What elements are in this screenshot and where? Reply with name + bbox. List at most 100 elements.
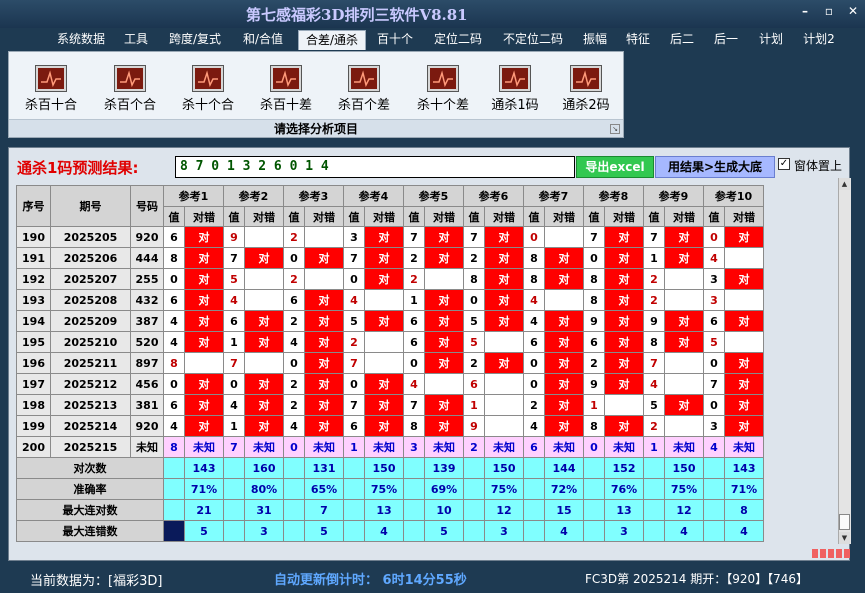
ref-header[interactable]: 参考4	[343, 185, 404, 207]
close-button[interactable]: ✕	[842, 4, 864, 18]
chart-icon	[428, 66, 458, 91]
ref-header[interactable]: 参考1	[163, 185, 224, 207]
stats-value: 131	[304, 457, 344, 479]
scroll-up-icon[interactable]: ▲	[839, 178, 850, 190]
stats-value: 3	[244, 520, 284, 542]
value-cell: 3	[403, 436, 425, 458]
stats-spacer	[283, 478, 305, 500]
stats-label: 对次数	[16, 457, 164, 479]
prediction-row[interactable]: 200 2025215 未知 8 未知 7 未知 0 未知 1 未知 3 未知 2 未知 6 未知 0 未知 1 未知 4…	[16, 436, 764, 458]
table-row[interactable]: 195 2025210 520 4 对 1 对 4 对 2 6 对 5 6 对 6 对 8 对 5	[16, 331, 764, 353]
result-cell: 对	[244, 415, 284, 437]
table-row[interactable]: 197 2025212 456 0 对 0 对 2 对 0 对 4 6 0 对 9 对 4 7 对	[16, 373, 764, 395]
tool-label: 杀百十差	[259, 98, 312, 113]
menu-sum-diff[interactable]: 合差/通杀	[298, 30, 366, 50]
value-cell: 8	[403, 415, 425, 437]
menu-sum[interactable]: 和/合值	[236, 30, 290, 50]
result-cell: 未知	[364, 436, 404, 458]
maximize-button[interactable]: ▫	[818, 4, 840, 18]
tool-kill-bs-sum[interactable]: 杀百十合	[19, 66, 83, 113]
table-row[interactable]: 193 2025208 432 6 对 4 6 对 4 1 对 0 对 4 8 对 2 3	[16, 289, 764, 311]
menu-last-two[interactable]: 后二	[664, 30, 700, 50]
menu-plan2[interactable]: 计划2	[797, 30, 841, 50]
result-cell: 对	[544, 373, 584, 395]
table-row[interactable]: 199 2025214 920 4 对 1 对 4 对 6 对 8 对 9 4 对 8 对 2 3 对	[16, 415, 764, 437]
stats-value: 3	[604, 520, 644, 542]
value-cell: 8	[463, 268, 485, 290]
menu-features[interactable]: 特征	[620, 30, 656, 50]
table-row[interactable]: 192 2025207 255 0 对 5 2 0 对 2 8 对 8 对 8 对 2 3 对	[16, 268, 764, 290]
result-cell	[244, 226, 284, 248]
ref-header[interactable]: 参考9	[643, 185, 704, 207]
table-row[interactable]: 191 2025206 444 8 对 7 对 0 对 7 对 2 对 2 对 8 对 0 对 1 对 4	[16, 247, 764, 269]
stats-spacer	[163, 478, 185, 500]
table-row[interactable]: 196 2025211 897 8 7 0 对 7 0 对 2 对 0 对 2 对 7 0 对	[16, 352, 764, 374]
result-cell: 对	[424, 352, 464, 374]
value-cell: 6	[343, 415, 365, 437]
tool-kill-sg-sum[interactable]: 杀十个合	[176, 66, 240, 113]
menu-last-one[interactable]: 后一	[708, 30, 744, 50]
menu-positions[interactable]: 百十个	[372, 30, 418, 50]
value-cell: 4	[283, 331, 305, 353]
generate-base-button[interactable]: 用结果>生成大底	[655, 156, 775, 178]
ref-header[interactable]: 参考2	[223, 185, 284, 207]
stats-value: 31	[244, 499, 284, 521]
result-subheader: 对错	[604, 206, 644, 227]
result-cell	[364, 289, 404, 311]
value-cell: 2	[343, 331, 365, 353]
tool-kill-bg-diff[interactable]: 杀百个差	[332, 66, 396, 113]
table-row[interactable]: 194 2025209 387 4 对 6 对 2 对 5 对 6 对 5 对 4 对 9 对 9 对 6 对	[16, 310, 764, 332]
menu-fixed-two[interactable]: 定位二码	[428, 30, 488, 50]
ref-header[interactable]: 参考3	[283, 185, 344, 207]
menu-span[interactable]: 跨度/复式	[163, 30, 227, 50]
prediction-result-field[interactable]: 8 7 0 1 3 2 6 0 1 4	[175, 156, 575, 178]
ref-header[interactable]: 参考8	[583, 185, 644, 207]
expand-icon[interactable]: ↘	[610, 124, 620, 134]
menu-system-data[interactable]: 系统数据	[52, 30, 110, 50]
tool-kill-one-code[interactable]: 通杀1码	[483, 66, 547, 113]
table-row[interactable]: 198 2025213 381 6 对 4 对 2 对 7 对 7 对 1 2 对 1 5 对 0 对	[16, 394, 764, 416]
stats-value: 8	[724, 499, 764, 521]
menu-amplitude[interactable]: 振幅	[577, 30, 613, 50]
issue-cell: 2025214	[50, 415, 131, 437]
export-excel-button[interactable]: 导出excel	[576, 156, 654, 178]
result-cell: 对	[544, 247, 584, 269]
stats-spacer	[403, 520, 425, 542]
result-cell: 对	[184, 310, 224, 332]
ref-header[interactable]: 参考7	[523, 185, 584, 207]
stats-value: 15	[544, 499, 584, 521]
result-cell: 未知	[664, 436, 704, 458]
value-subheader: 值	[583, 206, 605, 227]
stats-spacer	[283, 520, 305, 542]
tool-kill-sg-diff[interactable]: 杀十个差	[411, 66, 475, 113]
scroll-down-icon[interactable]: ▼	[839, 532, 850, 544]
value-cell: 4	[403, 373, 425, 395]
tool-kill-bg-sum[interactable]: 杀百个合	[98, 66, 162, 113]
scroll-thumb[interactable]	[839, 514, 850, 530]
tool-kill-two-code[interactable]: 通杀2码	[554, 66, 618, 113]
menu-unfixed-two[interactable]: 不定位二码	[497, 30, 569, 50]
ref-header[interactable]: 参考10	[703, 185, 764, 207]
ref-header[interactable]: 参考6	[463, 185, 524, 207]
tool-label: 杀十个差	[416, 98, 469, 113]
ref-header[interactable]: 参考5	[403, 185, 464, 207]
result-cell	[244, 289, 284, 311]
vertical-scrollbar[interactable]	[838, 178, 851, 544]
topmost-checkbox[interactable]: ✓	[778, 158, 790, 170]
stats-spacer	[223, 478, 245, 500]
table-row[interactable]: 190 2025205 920 6 对 9 2 3 对 7 对 7 对 0 7 对 7 对 0 对	[16, 226, 764, 248]
result-cell: 对	[604, 310, 644, 332]
minimize-button[interactable]: –	[794, 4, 816, 18]
result-cell: 对	[364, 415, 404, 437]
result-cell: 对	[484, 289, 524, 311]
seq-cell: 197	[16, 373, 51, 395]
stats-spacer	[523, 478, 545, 500]
menu-plan[interactable]: 计划	[753, 30, 789, 50]
result-cell: 对	[664, 331, 704, 353]
tool-kill-bs-diff[interactable]: 杀百十差	[254, 66, 318, 113]
stats-spacer	[283, 499, 305, 521]
value-cell: 7	[343, 247, 365, 269]
menu-tools[interactable]: 工具	[118, 30, 154, 50]
col-seq-header: 序号	[16, 185, 51, 227]
stats-value: 69%	[424, 478, 464, 500]
